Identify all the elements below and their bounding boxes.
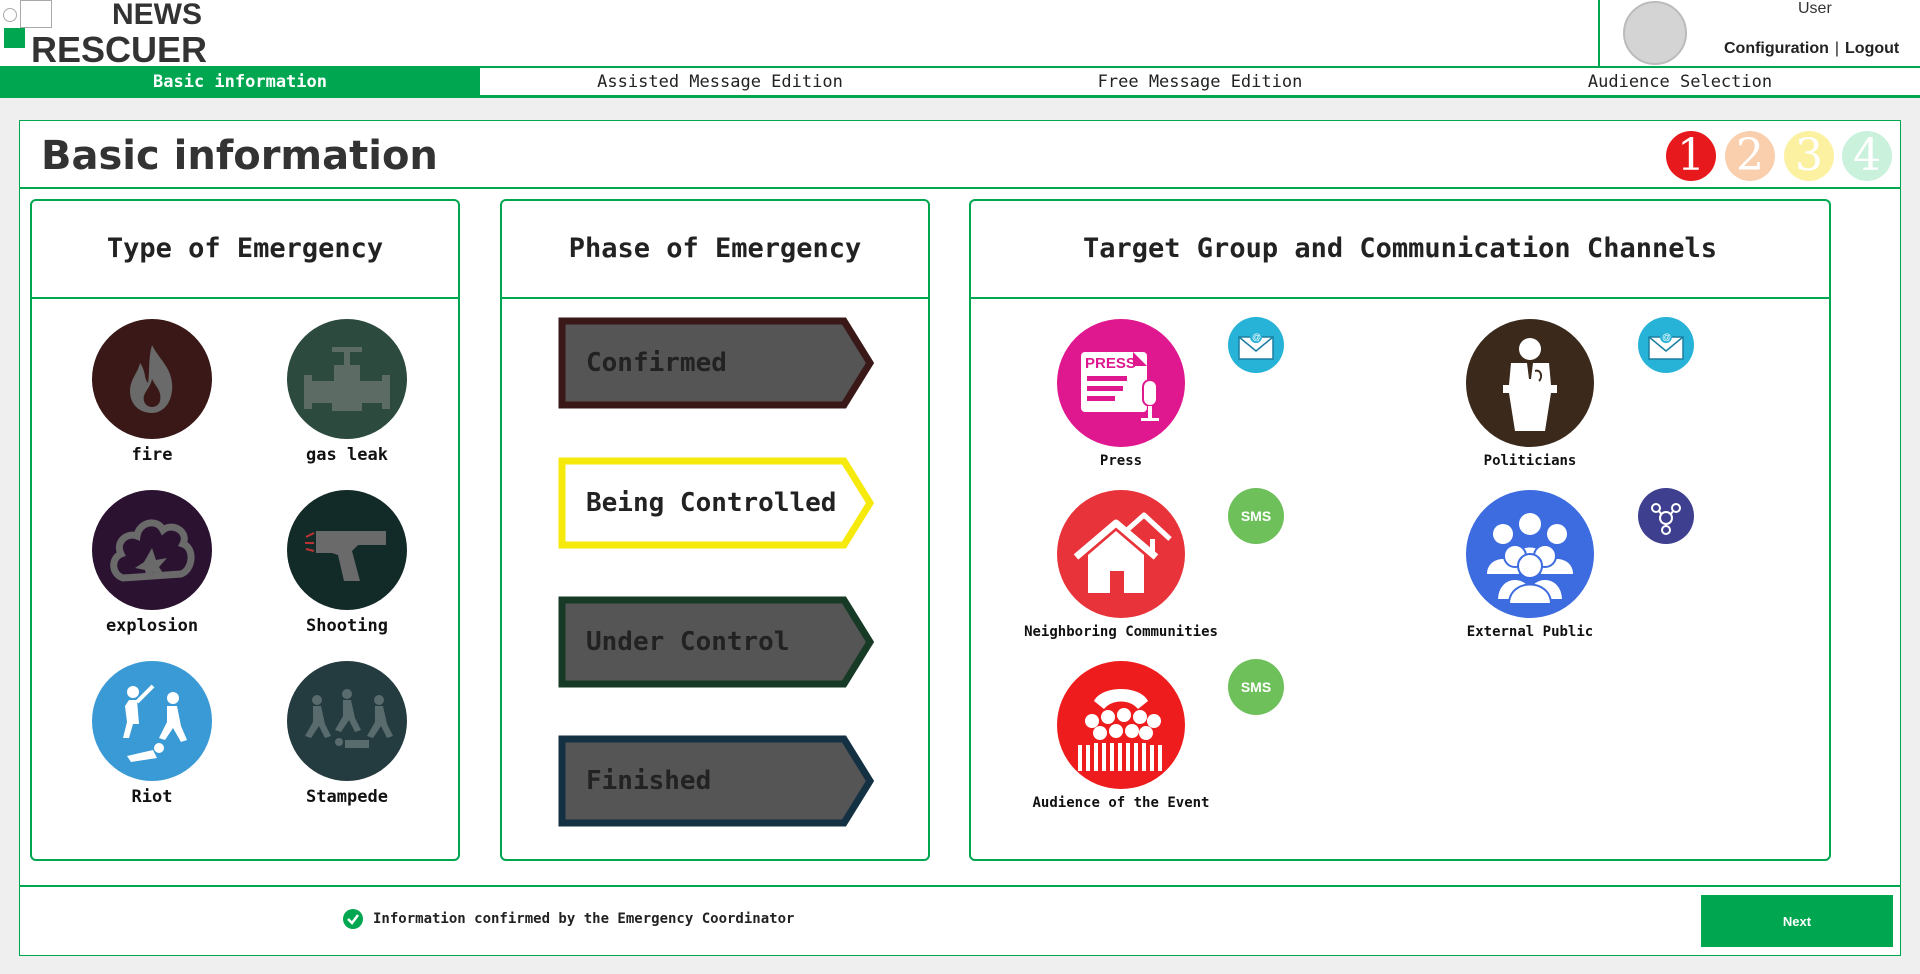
emergency-label: explosion xyxy=(105,616,199,636)
svg-text:@: @ xyxy=(1252,332,1261,342)
user-links: Configuration | Logout xyxy=(1724,40,1899,58)
phase-under-control[interactable]: Under Control xyxy=(558,596,876,688)
next-button[interactable]: Next xyxy=(1701,895,1893,947)
target-label: External Public xyxy=(1466,624,1594,640)
logo-text-rescuer: RESCUER xyxy=(31,29,208,70)
riot-icon xyxy=(92,661,212,781)
emergency-label: gas leak xyxy=(306,445,388,465)
external-public-social-channel-icon[interactable] xyxy=(1638,488,1694,544)
page-title: Basic information xyxy=(41,133,438,179)
svg-text:@: @ xyxy=(1662,332,1671,342)
target-politicians[interactable]: Politicians xyxy=(1425,319,1635,469)
politicians-email-channel-icon[interactable]: @ xyxy=(1638,317,1694,373)
tab-assisted-message-edition[interactable]: Assisted Message Edition xyxy=(480,68,960,95)
explosion-icon xyxy=(92,490,212,610)
tab-free-message-edition[interactable]: Free Message Edition xyxy=(960,68,1440,95)
confirmation-status: Information confirmed by the Emergency C… xyxy=(343,909,794,929)
logo-square-outline xyxy=(20,0,52,28)
audience-sms-channel-icon[interactable]: SMS xyxy=(1228,659,1284,715)
emergency-label: Stampede xyxy=(306,787,388,807)
configuration-link[interactable]: Configuration xyxy=(1724,40,1829,57)
tab-audience-selection[interactable]: Audience Selection xyxy=(1440,68,1920,95)
fire-icon xyxy=(92,319,212,439)
wizard-tabs: Basic information Assisted Message Editi… xyxy=(0,68,1920,98)
user-name: User xyxy=(1798,0,1832,17)
pipe-valve-icon xyxy=(287,319,407,439)
phase-label: Confirmed xyxy=(586,348,727,378)
sms-text: SMS xyxy=(1240,679,1272,695)
target-label: Neighboring Communities xyxy=(1024,624,1218,640)
user-area: User Configuration | Logout xyxy=(1598,0,1920,68)
target-group-card: Target Group and Communication Channels … xyxy=(969,199,1831,861)
confirmation-text: Information confirmed by the Emergency C… xyxy=(373,911,795,927)
logo-circle xyxy=(3,8,17,22)
stampede-icon xyxy=(287,661,407,781)
emergency-type-heading: Type of Emergency xyxy=(32,201,458,299)
emergency-phase-heading: Phase of Emergency xyxy=(502,201,928,299)
phase-finished[interactable]: Finished xyxy=(558,735,876,827)
emergency-stampede[interactable]: Stampede xyxy=(272,661,422,807)
news-rescuer-logo[interactable]: NEWS RESCUER xyxy=(0,0,230,68)
press-email-channel-icon[interactable]: @ xyxy=(1228,317,1284,373)
phase-being-controlled[interactable]: Being Controlled xyxy=(558,457,876,549)
emergency-label: Shooting xyxy=(306,616,388,636)
emergency-label: fire xyxy=(131,445,173,465)
target-press[interactable]: PRESS Press xyxy=(1016,319,1226,469)
politician-podium-icon xyxy=(1466,319,1594,447)
phase-label: Finished xyxy=(586,766,712,796)
check-icon xyxy=(343,909,363,929)
phase-label: Under Control xyxy=(586,627,790,657)
step-indicator-2: 2 xyxy=(1725,131,1775,181)
phase-label: Being Controlled xyxy=(586,488,837,518)
target-neighboring-communities[interactable]: Neighboring Communities xyxy=(1016,490,1226,640)
main-panel: Basic information 1 2 3 4 Type of Emerge… xyxy=(19,120,1901,956)
header: NEWS RESCUER User Configuration | Logout xyxy=(0,0,1920,68)
avatar[interactable] xyxy=(1623,1,1687,65)
logo-square-green xyxy=(4,28,25,48)
phase-confirmed[interactable]: Confirmed xyxy=(558,317,876,409)
emergency-shooting[interactable]: Shooting xyxy=(272,490,422,636)
step-indicator-4: 4 xyxy=(1842,131,1892,181)
logo-text-news: NEWS xyxy=(112,0,202,31)
emergency-riot[interactable]: Riot xyxy=(77,661,227,807)
target-external-public[interactable]: External Public xyxy=(1425,490,1635,640)
pistol-icon xyxy=(287,490,407,610)
emergency-phase-card: Phase of Emergency Confirmed Being Contr… xyxy=(500,199,930,861)
footer-bar: Information confirmed by the Emergency C… xyxy=(20,885,1900,955)
step-indicator-1: 1 xyxy=(1666,131,1716,181)
target-label: Audience of the Event xyxy=(1032,795,1210,811)
tab-basic-information[interactable]: Basic information xyxy=(0,68,480,95)
svg-text:PRESS: PRESS xyxy=(1085,355,1136,372)
target-label: Politicians xyxy=(1483,453,1577,469)
emergency-explosion[interactable]: explosion xyxy=(77,490,227,636)
target-group-heading: Target Group and Communication Channels xyxy=(971,201,1829,299)
target-audience-of-the-event[interactable]: Audience of the Event xyxy=(1016,661,1226,811)
neighboring-sms-channel-icon[interactable]: SMS xyxy=(1228,488,1284,544)
step-indicator-3: 3 xyxy=(1784,131,1834,181)
emergency-fire[interactable]: fire xyxy=(77,319,227,465)
people-group-icon xyxy=(1466,490,1594,618)
sms-text: SMS xyxy=(1240,508,1272,524)
crowd-icon xyxy=(1057,661,1185,789)
emergency-gas-leak[interactable]: gas leak xyxy=(272,319,422,465)
target-label: Press xyxy=(1099,453,1143,469)
title-bar: Basic information 1 2 3 4 xyxy=(20,121,1900,189)
logout-link[interactable]: Logout xyxy=(1845,40,1899,57)
press-icon: PRESS xyxy=(1057,319,1185,447)
link-separator: | xyxy=(1834,40,1840,57)
houses-icon xyxy=(1057,490,1185,618)
emergency-type-card: Type of Emergency fire gas leak explosio… xyxy=(30,199,460,861)
emergency-label: Riot xyxy=(131,787,173,807)
